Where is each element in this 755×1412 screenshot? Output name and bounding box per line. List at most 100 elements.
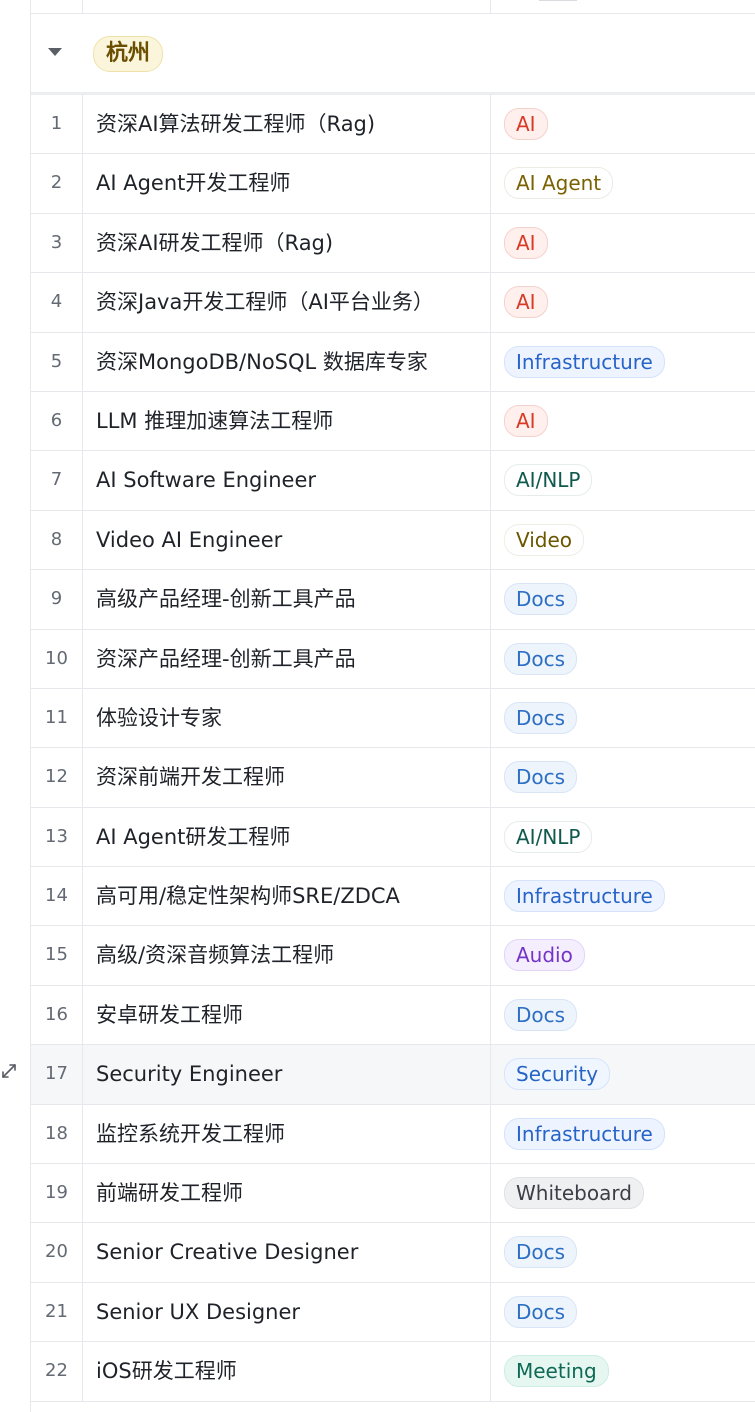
category-tag[interactable]: Docs (504, 701, 578, 734)
job-title[interactable]: 资深AI算法研发工程师（Rag) (96, 95, 476, 153)
table-row[interactable]: 12 资深前端开发工程师 Docs (31, 748, 755, 808)
table-row[interactable]: 19 前端研发工程师 Whiteboard (31, 1164, 755, 1224)
category-tag[interactable]: Infrastructure (504, 345, 665, 378)
job-title[interactable]: AI Agent研发工程师 (96, 808, 476, 866)
table-row[interactable]: 4 资深Java开发工程师（AI平台业务） AI (31, 273, 755, 333)
group-header[interactable]: 杭州 (31, 14, 755, 95)
column-divider (490, 926, 491, 985)
job-title[interactable]: Security Engineer (96, 1045, 476, 1103)
category-tag[interactable]: AI (504, 108, 548, 140)
expand-arrows-icon[interactable] (0, 1062, 18, 1080)
table-row[interactable]: 22 iOS研发工程师 Meeting (31, 1342, 755, 1402)
table-row[interactable]: 20 Senior Creative Designer Docs (31, 1223, 755, 1283)
job-title[interactable]: 前端研发工程师 (96, 1164, 476, 1222)
table-row[interactable]: 8 Video AI Engineer Video (31, 510, 755, 571)
category-tag[interactable]: Meeting (504, 1355, 609, 1388)
column-divider (490, 867, 491, 926)
category-tag[interactable]: Docs (504, 583, 578, 616)
row-number: 2 (31, 154, 83, 213)
table-row[interactable]: 13 AI Agent研发工程师 AI/NLP (31, 807, 755, 868)
column-divider (490, 1045, 491, 1104)
category-tag[interactable]: Docs (504, 642, 578, 675)
column-divider (490, 154, 491, 213)
category-tag[interactable]: AI Agent (504, 167, 614, 200)
row-number: 17 (31, 1045, 83, 1104)
row-number: 16 (31, 985, 83, 1045)
column-divider (490, 570, 491, 629)
job-title[interactable]: 资深Java开发工程师（AI平台业务） (96, 273, 476, 331)
column-divider (490, 391, 491, 451)
job-title[interactable]: 安卓研发工程师 (96, 986, 476, 1044)
column-divider (490, 1282, 491, 1342)
category-tag[interactable]: Security (504, 1058, 611, 1091)
row-number: 3 (31, 213, 83, 273)
row-number: 12 (31, 748, 83, 807)
job-title[interactable]: Video AI Engineer (96, 511, 476, 569)
column-divider (490, 1164, 491, 1223)
job-title[interactable]: 资深MongoDB/NoSQL 数据库专家 (96, 333, 476, 391)
category-tag[interactable]: AI (504, 286, 548, 319)
table-row[interactable]: 9 高级产品经理-创新工具产品 Docs (31, 570, 755, 630)
job-title[interactable]: 高可用/稳定性架构师SRE/ZDCA (96, 867, 476, 925)
category-tag[interactable]: AI (504, 404, 548, 437)
column-divider (490, 688, 491, 748)
table-row[interactable]: 11 体验设计专家 Docs (31, 688, 755, 749)
table-row[interactable]: 18 监控系统开发工程师 Infrastructure (31, 1104, 755, 1165)
category-tag[interactable]: AI (504, 226, 548, 259)
category-tag[interactable]: AI/NLP (504, 464, 593, 497)
row-number: 20 (31, 1223, 83, 1282)
job-title[interactable]: AI Agent开发工程师 (96, 154, 476, 212)
category-tag[interactable]: Infrastructure (504, 1117, 665, 1150)
category-tag[interactable]: Whiteboard (504, 1177, 644, 1210)
row-number: 22 (31, 1342, 83, 1401)
job-title[interactable]: 资深AI研发工程师（Rag) (96, 214, 476, 272)
column-divider (490, 510, 491, 570)
row-number: 19 (31, 1164, 83, 1223)
row-number: 5 (31, 332, 83, 391)
table-row[interactable]: 5 资深MongoDB/NoSQL 数据库专家 Infrastructure (31, 332, 755, 392)
table-row[interactable]: 21 Senior UX Designer Docs (31, 1282, 755, 1343)
column-divider (490, 95, 491, 154)
row-number: 8 (31, 510, 83, 570)
job-title[interactable]: LLM 推理加速算法工程师 (96, 392, 476, 450)
table-row[interactable]: 14 高可用/稳定性架构师SRE/ZDCA Infrastructure (31, 867, 755, 927)
category-tag[interactable]: Docs (504, 998, 578, 1031)
category-tag[interactable]: Docs (504, 761, 578, 794)
job-title[interactable]: AI Software Engineer (96, 451, 476, 509)
job-title[interactable]: Senior Creative Designer (96, 1223, 476, 1281)
job-title[interactable]: 高级产品经理-创新工具产品 (96, 570, 476, 628)
job-title[interactable]: Senior UX Designer (96, 1283, 476, 1341)
column-divider (490, 332, 491, 391)
category-tag[interactable]: Docs (504, 1295, 578, 1328)
previous-row-remnant (31, 0, 755, 14)
job-title[interactable]: 资深产品经理-创新工具产品 (96, 630, 476, 688)
category-tag[interactable]: Docs (504, 1236, 578, 1269)
row-number: 21 (31, 1282, 83, 1342)
category-tag[interactable]: Infrastructure (504, 880, 665, 913)
table-row[interactable]: 15 高级/资深音频算法工程师 Audio (31, 926, 755, 986)
table-row[interactable]: 10 资深产品经理-创新工具产品 Docs (31, 629, 755, 689)
table-row[interactable]: 2 AI Agent开发工程师 AI Agent (31, 154, 755, 214)
job-title[interactable]: iOS研发工程师 (96, 1342, 476, 1400)
table-row[interactable]: 6 LLM 推理加速算法工程师 AI (31, 391, 755, 452)
column-divider (490, 451, 491, 510)
table-row[interactable]: 17 Security Engineer Security (31, 1045, 755, 1105)
category-tag[interactable]: Audio (504, 939, 585, 972)
table-row[interactable]: 3 资深AI研发工程师（Rag) AI (31, 213, 755, 274)
column-divider (490, 985, 491, 1045)
column-divider (490, 807, 491, 867)
job-title[interactable]: 监控系统开发工程师 (96, 1105, 476, 1163)
job-title[interactable]: 体验设计专家 (96, 689, 476, 747)
table-row[interactable]: 16 安卓研发工程师 Docs (31, 985, 755, 1046)
row-number: 15 (31, 926, 83, 985)
column-divider (490, 748, 491, 807)
job-title[interactable]: 高级/资深音频算法工程师 (96, 926, 476, 984)
table-row[interactable]: 7 AI Software Engineer AI/NLP (31, 451, 755, 511)
table-row[interactable]: 1 资深AI算法研发工程师（Rag) AI (31, 95, 755, 155)
caret-down-icon[interactable] (48, 48, 62, 56)
category-tag[interactable]: AI/NLP (504, 820, 593, 853)
category-tag[interactable]: Video (504, 523, 585, 556)
column-divider (490, 1342, 491, 1401)
job-title[interactable]: 资深前端开发工程师 (96, 748, 476, 806)
row-number: 11 (31, 688, 83, 748)
